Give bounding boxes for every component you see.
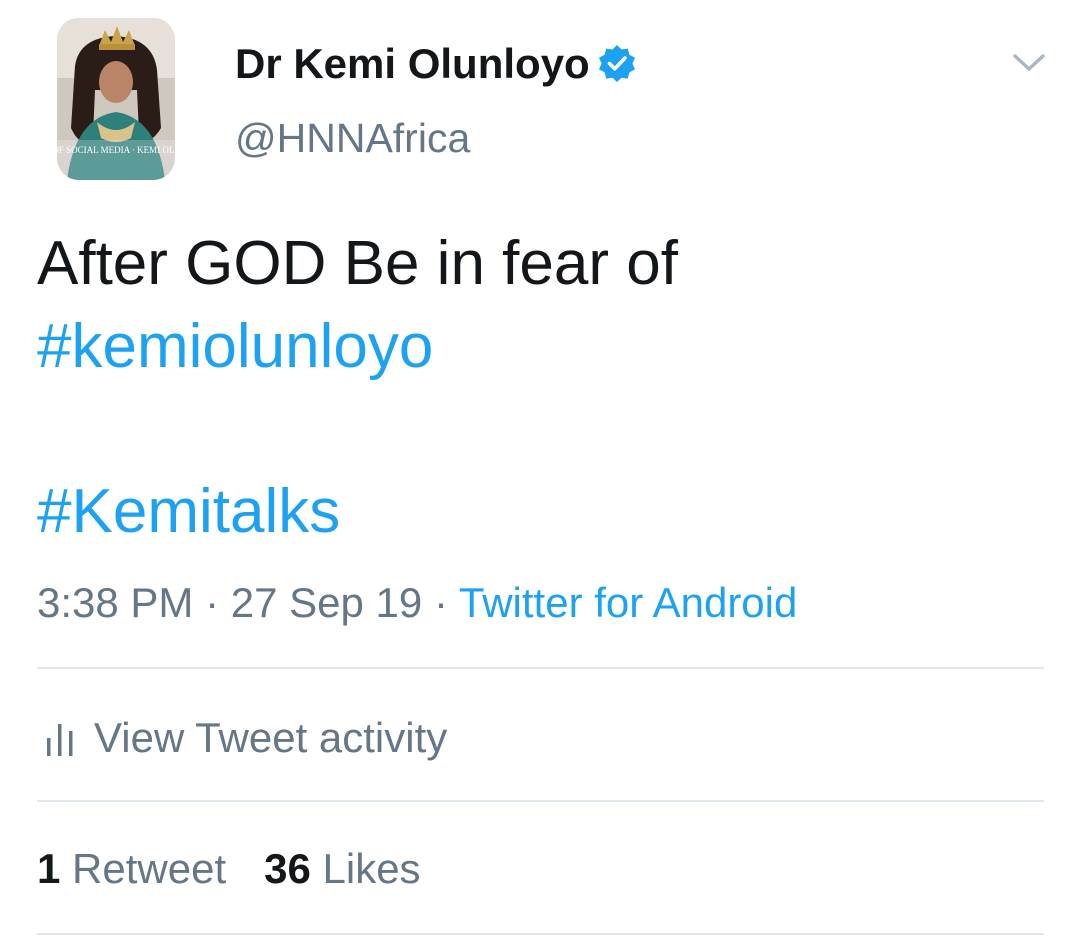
retweets-stat[interactable]: 1 Retweet: [37, 845, 226, 892]
tweet-source-link[interactable]: Twitter for Android: [459, 579, 797, 626]
view-tweet-activity-button[interactable]: View Tweet activity: [37, 708, 447, 768]
user-handle[interactable]: @HNNAfrica: [235, 114, 470, 162]
profile-photo: QUEEN OF SOCIAL MEDIA · KEMI OLUNLOYO: [57, 18, 175, 180]
bar-chart-icon: [47, 724, 73, 756]
hashtag-link-kemitalks[interactable]: #Kemitalks: [37, 476, 340, 548]
divider: [37, 667, 1044, 669]
tweet-time: 3:38 PM: [37, 579, 194, 626]
chevron-down-icon[interactable]: [1012, 48, 1046, 76]
tweet-text: After GOD Be in fear of: [37, 229, 678, 298]
retweets-label: Retweet: [72, 845, 227, 892]
tweet-meta: 3:38 PM · 27 Sep 19 · Twitter for Androi…: [37, 578, 797, 628]
avatar-caption: QUEEN OF SOCIAL MEDIA · KEMI OLUNLOYO: [57, 145, 175, 155]
view-tweet-activity-label: View Tweet activity: [94, 714, 448, 761]
avatar[interactable]: QUEEN OF SOCIAL MEDIA · KEMI OLUNLOYO: [57, 18, 175, 180]
meta-separator: ·: [433, 579, 448, 626]
meta-separator: ·: [205, 579, 220, 626]
tweet-stats: 1 Retweet 36 Likes: [37, 844, 421, 894]
likes-stat[interactable]: 36 Likes: [264, 845, 420, 892]
divider: [37, 933, 1044, 935]
verified-badge-icon: [599, 45, 635, 82]
divider: [37, 800, 1044, 802]
likes-label: Likes: [322, 845, 421, 892]
tweet-date: 27 Sep 19: [230, 579, 423, 626]
likes-count: 36: [264, 845, 311, 892]
display-name[interactable]: Dr Kemi Olunloyo: [235, 40, 590, 88]
retweets-count: 1: [37, 845, 61, 892]
hashtag-link-kemiolunloyo[interactable]: #kemiolunloyo: [37, 311, 433, 383]
